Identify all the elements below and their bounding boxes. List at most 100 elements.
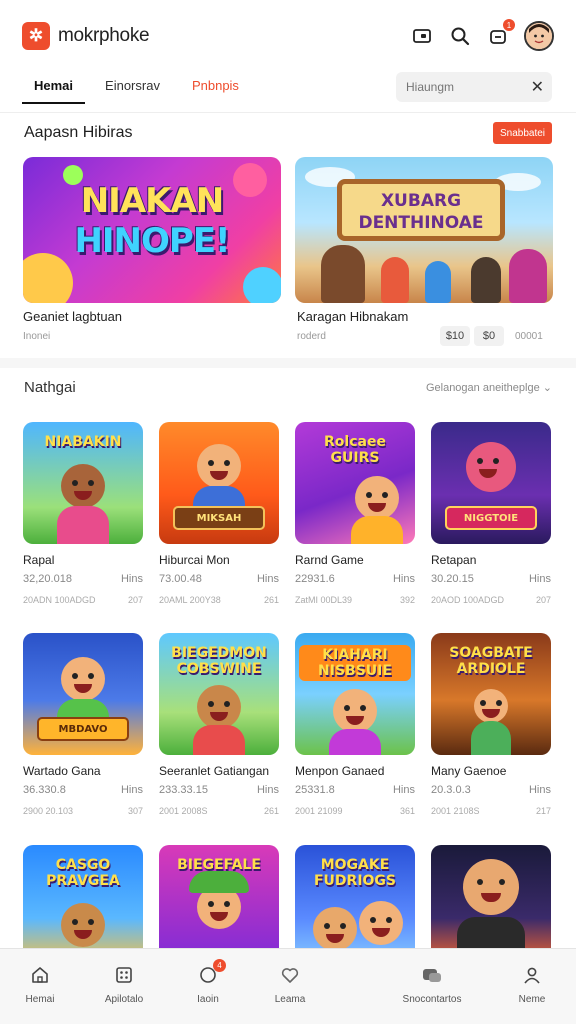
game-card[interactable]: NIABAKIN Rapal 32,20.018 Hins 20ADN 100AD…: [23, 422, 143, 605]
banner-2-sign: XUBARG DENTHINOAE: [337, 179, 505, 241]
character-face: [355, 476, 399, 520]
character-face: [466, 442, 516, 492]
game-name: Hiburcai Mon: [159, 553, 230, 567]
nav-label: Apilotalo: [104, 994, 144, 1005]
character-face: [474, 689, 508, 723]
game-stats: 22931.6 Hins: [295, 573, 415, 585]
nav-label: Iaoin: [197, 994, 219, 1005]
banner-2-art-line-2: DENTHINOAE: [358, 213, 484, 233]
game-stats: 32,20.018 Hins: [23, 573, 143, 585]
game-art-title: KIAHARI NISBSUIE: [299, 645, 411, 681]
game-name: Rarnd Game: [295, 553, 364, 567]
games-section-link[interactable]: Gelanogan aneitheplge ⌄: [426, 381, 552, 394]
character-face: [61, 657, 105, 701]
game-meta-count: 207: [127, 595, 143, 605]
notification-badge: 1: [503, 19, 515, 31]
game-stat-value: 22931.6: [295, 573, 335, 585]
game-art-title: Rolcaee GUIRS: [324, 434, 386, 466]
nav-item-favorites[interactable]: Leama: [250, 963, 330, 1005]
game-thumbnail[interactable]: NIGGTOIE: [431, 422, 551, 544]
notification-icon[interactable]: 1: [486, 19, 515, 48]
character-face: [61, 903, 105, 947]
header-divider: [0, 112, 576, 113]
character-face: [333, 689, 377, 733]
game-card[interactable]: MIKSAH Hiburcai Mon 73.00.48 Hins 20AML 2…: [159, 422, 279, 605]
search-box[interactable]: ✕: [396, 72, 552, 102]
decor-candy: [243, 267, 281, 303]
heart-icon: [278, 963, 302, 987]
game-meta-value: ZatMI 00DL39: [295, 595, 353, 605]
app-logo-icon[interactable]: ✲: [22, 22, 50, 50]
search-input[interactable]: [406, 80, 516, 94]
app-header: ✲ mokrphoke 1: [0, 0, 576, 72]
game-card[interactable]: MBDAVO Wartado Gana 36.330.8 Hins 2900 20…: [23, 633, 143, 816]
banner-1-title[interactable]: Geaniet lagbtuan: [23, 309, 122, 324]
game-thumbnail[interactable]: BIEGEDMON COBSWINE: [159, 633, 279, 755]
game-stats: 233.33.15 Hins: [159, 784, 279, 796]
game-thumbnail[interactable]: MIKSAH: [159, 422, 279, 544]
game-thumbnail[interactable]: NIABAKIN: [23, 422, 143, 544]
bottom-navigation: Hemai Apilotalo 4 Iaoin Leama Snocontart…: [0, 948, 576, 1024]
game-card[interactable]: KIAHARI NISBSUIE Menpon Ganaed 25331.8 Hi…: [295, 633, 415, 816]
game-card[interactable]: BIEGEDMON COBSWINE Seeranlet Gatiangan 2…: [159, 633, 279, 816]
game-name: Seeranlet Gatiangan: [159, 764, 270, 778]
tab-home[interactable]: Hemai: [22, 70, 86, 104]
banner-2-art-line-1: XUBARG: [380, 191, 462, 211]
nav-item-home[interactable]: Hemai: [0, 963, 80, 1005]
nav-label: Leama: [274, 994, 306, 1005]
nav-item-profile[interactable]: Neme: [492, 963, 572, 1005]
banner-2-title[interactable]: Karagan Hibnakam: [297, 309, 408, 324]
featured-banner-2[interactable]: XUBARG DENTHINOAE: [295, 157, 553, 303]
banner-1-art-title: NIAKAN HINOPE!: [23, 181, 281, 261]
nav-label: Neme: [518, 994, 546, 1005]
tab-explore[interactable]: Einorsrav: [93, 70, 172, 104]
grid-icon: [112, 963, 136, 987]
game-card[interactable]: SOAGBATE ARDIOLE Many Gaenoe 20.3.0.3 Hin…: [431, 633, 551, 816]
game-meta: 20ADN 100ADGD 207: [23, 595, 143, 605]
nav-item-apps[interactable]: Apilotalo: [84, 963, 164, 1005]
game-thumbnail[interactable]: SOAGBATE ARDIOLE: [431, 633, 551, 755]
character-face: [313, 907, 357, 951]
character-body: [351, 516, 403, 544]
game-meta-value: 2001 21099: [295, 806, 343, 816]
game-meta: 2001 21099 361: [295, 806, 415, 816]
game-meta-value: 2900 20.103: [23, 806, 74, 816]
decor-character: [509, 249, 547, 303]
featured-banner-1[interactable]: NIAKAN HINOPE!: [23, 157, 281, 303]
game-meta: 2001 2108S 217: [431, 806, 551, 816]
game-stat-unit: Hins: [392, 573, 415, 585]
games-section-title: Nathgai: [24, 379, 76, 396]
game-thumbnail[interactable]: Rolcaee GUIRS: [295, 422, 415, 544]
game-card[interactable]: NIGGTOIE Retapan 30.20.15 Hins 20AOD 100A…: [431, 422, 551, 605]
game-card[interactable]: Rolcaee GUIRS Rarnd Game 22931.6 Hins Zat…: [295, 422, 415, 605]
nav-item-games[interactable]: Snocontartos: [392, 963, 472, 1005]
game-meta-count: 307: [127, 806, 143, 816]
section-separator: [0, 358, 576, 368]
price-chip[interactable]: $10: [440, 326, 470, 346]
game-thumbnail[interactable]: MBDAVO: [23, 633, 143, 755]
game-meta: 2001 2008S 261: [159, 806, 279, 816]
gamepad-icon: [420, 963, 444, 987]
game-meta: 20AML 200Y38 261: [159, 595, 279, 605]
banner-1-subtitle: Inonei: [23, 331, 51, 342]
game-stat-unit: Hins: [528, 784, 551, 796]
game-name: Retapan: [431, 553, 477, 567]
price-chip[interactable]: $0: [474, 326, 504, 346]
game-thumbnail[interactable]: KIAHARI NISBSUIE: [295, 633, 415, 755]
game-stat-value: 20.3.0.3: [431, 784, 471, 796]
game-stat-unit: Hins: [120, 573, 143, 585]
nav-item-messages[interactable]: 4 Iaoin: [168, 959, 248, 1005]
game-art-title: CASGO PRAVGEA: [46, 857, 120, 889]
game-meta-count: 217: [535, 806, 551, 816]
close-icon[interactable]: ✕: [531, 77, 544, 97]
search-icon[interactable]: [448, 24, 472, 48]
character-body: [471, 721, 511, 755]
wallet-icon[interactable]: [410, 24, 434, 48]
game-meta-value: 2001 2008S: [159, 806, 208, 816]
game-name: Many Gaenoe: [431, 764, 507, 778]
game-art-plate: MIKSAH: [173, 506, 265, 530]
featured-action-button[interactable]: Snabbatei: [493, 122, 552, 144]
tab-promotions[interactable]: Pnbnpis: [180, 70, 251, 104]
game-stat-unit: Hins: [528, 573, 551, 585]
avatar[interactable]: [524, 21, 554, 51]
